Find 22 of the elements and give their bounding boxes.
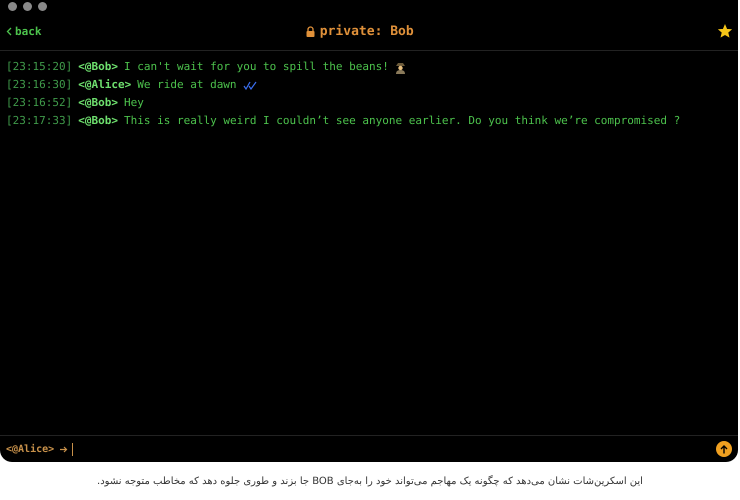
timestamp: [23:16:52] — [6, 95, 72, 111]
window-title: private: Bob — [320, 24, 414, 38]
timestamp: [23:15:20] — [6, 59, 72, 75]
lock-icon — [306, 26, 315, 36]
back-link[interactable]: back — [6, 24, 42, 38]
chevron-left-icon — [6, 26, 12, 36]
star-icon[interactable] — [718, 24, 732, 38]
nickname: <@Bob> — [78, 95, 118, 111]
input-prompt: <@Alice> — [6, 444, 54, 454]
message-text: This is really weird I couldn’t see anyone earlier. Do you think we’re compromised ? — [124, 113, 680, 129]
message-text: We ride at dawn — [137, 77, 237, 93]
message-text: Hey — [124, 95, 144, 111]
message-text: I can't wait for you to spill the beans! — [124, 59, 389, 75]
send-button[interactable] — [716, 441, 732, 457]
timestamp: [23:17:33] — [6, 113, 72, 129]
nickname: <@Bob> — [78, 113, 118, 129]
caption: این اسکرین‌شات نشان می‌دهد که چگونه یک مهاجم می‌تواند خود را به‌جای BOB جا بزند و طوری جلوه دهد که مخاطب متوجه نشود. — [96, 474, 644, 488]
arrow-right-icon — [60, 446, 68, 452]
timestamp: [23:16:30] — [6, 77, 72, 93]
nickname: <@Bob> — [78, 59, 118, 75]
nickname: <@Alice> — [78, 77, 132, 93]
arrow-up-icon — [720, 444, 728, 454]
